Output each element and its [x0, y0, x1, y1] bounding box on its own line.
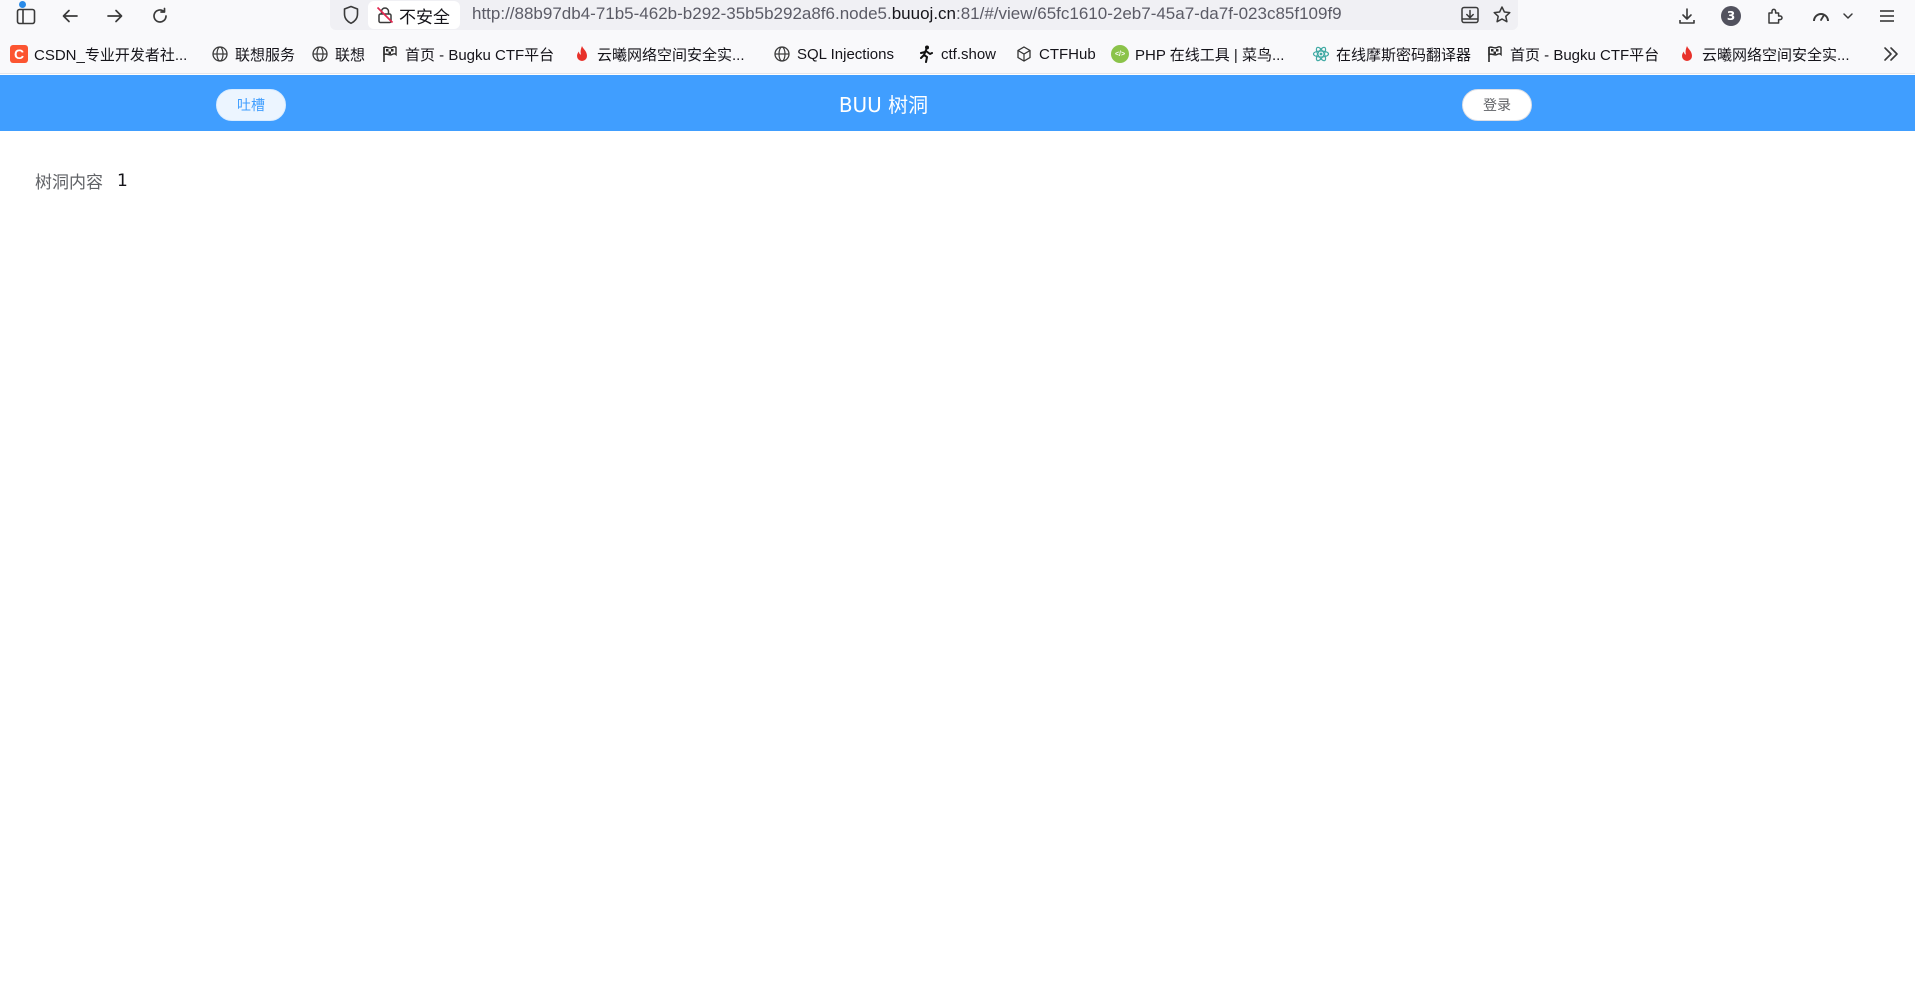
- sidebar-icon: [16, 8, 36, 25]
- url-text[interactable]: http://88b97db4-71b5-462b-b292-35b5b292a…: [472, 4, 1342, 24]
- bookmark-label: PHP 在线工具 | 菜鸟...: [1135, 46, 1285, 64]
- sidebar-toggle-button[interactable]: [11, 2, 41, 30]
- bookmark-label: 云曦网络空间安全实...: [597, 46, 745, 64]
- bookmark-item[interactable]: 云曦网络空间安全实...: [573, 42, 745, 66]
- bookmark-item[interactable]: 联想服务: [211, 42, 295, 66]
- cube-icon: [1015, 45, 1033, 63]
- browser-toolbar: 不安全 http://88b97db4-71b5-462b-b292-35b5b…: [0, 0, 1915, 34]
- extensions-button[interactable]: [1760, 2, 1790, 30]
- connection-insecure-chip[interactable]: 不安全: [368, 1, 460, 29]
- url-prefix: http://88b97db4-71b5-462b-b292-35b5b292a…: [472, 4, 892, 23]
- bookmark-label: 首页 - Bugku CTF平台: [405, 46, 555, 64]
- bookmark-item[interactable]: C CSDN_专业开发者社...: [10, 42, 187, 66]
- chevron-down-icon: [1843, 13, 1853, 19]
- security-label: 不安全: [399, 7, 450, 28]
- url-suffix: :81/#/view/65fc1610-2eb7-45a7-da7f-023c8…: [956, 4, 1342, 23]
- tracking-protection-button[interactable]: [340, 4, 362, 26]
- flag-icon: [381, 45, 399, 63]
- bookmark-item[interactable]: </> PHP 在线工具 | 菜鸟...: [1111, 42, 1284, 66]
- download-icon: [1679, 8, 1695, 24]
- insecure-lock-icon: [376, 6, 394, 24]
- bookmark-item[interactable]: 联想: [311, 42, 365, 66]
- content-value: 1: [117, 170, 128, 191]
- hamburger-menu-icon: [1880, 10, 1894, 22]
- arrow-left-icon: [62, 9, 78, 23]
- globe-icon: [773, 45, 791, 63]
- bookmark-label: 首页 - Bugku CTF平台: [1510, 46, 1660, 64]
- bookmark-item[interactable]: 首页 - Bugku CTF平台: [381, 42, 554, 66]
- bookmark-item[interactable]: CTFHub: [1015, 42, 1096, 66]
- speedometer-icon: [1813, 13, 1829, 22]
- bookmarks-overflow-button[interactable]: [1879, 42, 1903, 66]
- bookmark-item[interactable]: 首页 - Bugku CTF平台: [1486, 42, 1659, 66]
- bookmark-label: 在线摩斯密码翻译器: [1336, 46, 1472, 64]
- counter-badge-button[interactable]: 3: [1716, 2, 1746, 30]
- bookmark-label: SQL Injections: [797, 45, 894, 63]
- bookmark-star-button[interactable]: [1488, 2, 1516, 28]
- bookmark-label: CSDN_专业开发者社...: [34, 46, 188, 64]
- save-page-icon: [1461, 6, 1479, 24]
- tucao-button[interactable]: 吐槽: [216, 89, 286, 121]
- globe-icon: [311, 45, 329, 63]
- runner-icon: [917, 45, 935, 63]
- bookmark-item[interactable]: 云曦网络空间安全实...: [1678, 42, 1850, 66]
- chevron-dropdown-button[interactable]: [1838, 2, 1858, 30]
- bookmark-label: 云曦网络空间安全实...: [1702, 46, 1850, 64]
- address-bar[interactable]: 不安全 http://88b97db4-71b5-462b-b292-35b5b…: [330, 0, 1518, 30]
- flag-icon: [1486, 45, 1504, 63]
- fire-icon: [573, 45, 591, 63]
- back-button[interactable]: [55, 2, 85, 30]
- url-host: buuoj.cn: [891, 4, 956, 23]
- csdn-icon: C: [10, 45, 28, 63]
- bookmark-item[interactable]: SQL Injections: [773, 42, 894, 66]
- bookmark-item[interactable]: 在线摩斯密码翻译器: [1312, 42, 1471, 66]
- bookmark-label: 联想: [335, 46, 366, 64]
- double-chevron-right-icon: [1884, 47, 1898, 61]
- app-menu-button[interactable]: [1872, 2, 1902, 30]
- star-icon: [1493, 6, 1511, 23]
- bookmark-label: ctf.show: [941, 45, 997, 63]
- forward-button[interactable]: [100, 2, 130, 30]
- reload-icon: [153, 7, 167, 23]
- speedometer-button[interactable]: [1806, 2, 1836, 30]
- login-button[interactable]: 登录: [1462, 89, 1532, 121]
- globe-icon: [211, 45, 229, 63]
- atom-icon: [1312, 45, 1330, 63]
- save-to-pocket-button[interactable]: [1456, 2, 1484, 28]
- shield-icon: [343, 5, 359, 25]
- app-header: BUU 树洞 吐槽 登录: [0, 75, 1915, 131]
- fire-icon: [1678, 45, 1696, 63]
- bookmark-item[interactable]: ctf.show: [917, 42, 996, 66]
- counter-badge: 3: [1721, 6, 1741, 26]
- reload-button[interactable]: [145, 2, 175, 30]
- notification-dot: [19, 1, 26, 8]
- arrow-right-icon: [107, 9, 123, 23]
- puzzle-icon: [1768, 8, 1783, 24]
- bookmark-label: CTFHub: [1039, 45, 1096, 63]
- bookmark-label: 联想服务: [235, 46, 296, 64]
- php-icon: </>: [1111, 45, 1129, 63]
- downloads-button[interactable]: [1672, 2, 1702, 30]
- bookmarks-toolbar: C CSDN_专业开发者社... 联想服务 联想 首页 - Bugku CTF平…: [0, 34, 1915, 74]
- content-label: 树洞内容: [35, 173, 103, 193]
- post-content-row: 树洞内容 1: [35, 168, 128, 194]
